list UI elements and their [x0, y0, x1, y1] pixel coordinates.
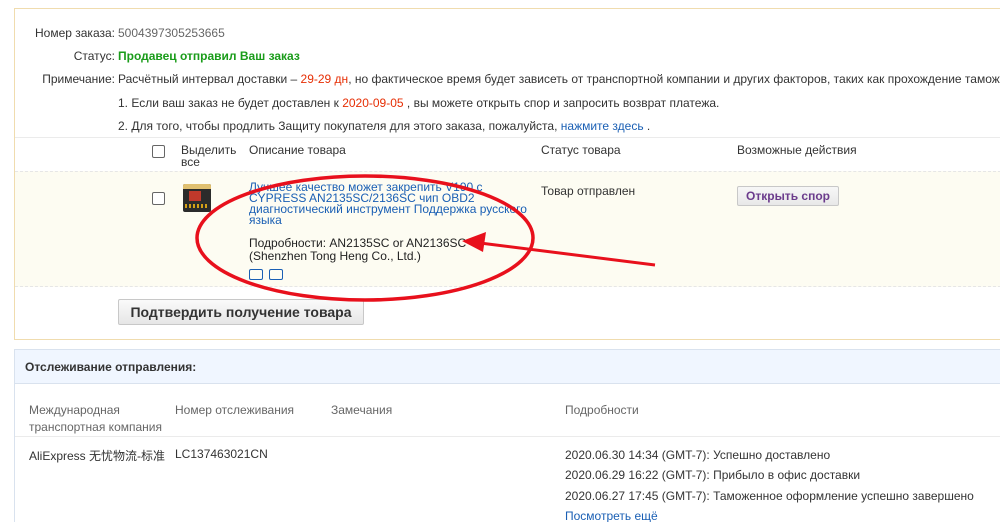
items-table: Выделить все Описание товара Статус това… — [15, 137, 1000, 293]
order-panel: Номер заказа: 5004397305253665 Статус: П… — [14, 8, 1000, 340]
tracking-number: LC137463021CN — [175, 447, 268, 461]
tracking-event: 2020.06.29 16:22 (GMT-7): Прибыло в офис… — [565, 468, 861, 482]
status-header: Статус товара — [541, 143, 621, 157]
items-table-header: Выделить все Описание товара Статус това… — [15, 137, 1000, 171]
line1-suffix: , вы можете открыть спор и запросить воз… — [403, 96, 720, 110]
product-mini-icons — [249, 269, 289, 283]
product-seller: (Shenzhen Tong Heng Co., Ltd.) — [249, 249, 421, 263]
product-title-link[interactable]: Лучшее качество может закрепить V190 с C… — [249, 181, 539, 226]
order-status-label: Статус: — [73, 49, 115, 63]
extend-protection-link[interactable]: нажмите здесь — [561, 119, 644, 133]
dispute-deadline-text: 1. Если ваш заказ не будет доставлен к 2… — [118, 95, 719, 111]
order-number-value: 5004397305253665 — [118, 26, 225, 40]
shipping-icon[interactable] — [249, 269, 263, 280]
line1-date: 2020-09-05 — [342, 96, 404, 110]
carrier-column-header: Международная транспортная компания — [29, 403, 162, 434]
product-details: Подробности: AN2135SC or AN2136SC (Shenz… — [249, 237, 539, 263]
order-status-value: Продавец отправил Ваш заказ — [118, 49, 300, 63]
snapshot-icon[interactable] — [269, 269, 283, 280]
item-row: Лучшее качество может закрепить V190 с C… — [15, 171, 1000, 287]
item-status: Товар отправлен — [541, 184, 636, 198]
show-more-link[interactable]: Посмотреть ещё — [565, 509, 658, 522]
tracking-number-column-header: Номер отслеживания — [175, 403, 295, 417]
order-note-label: Примечание: — [42, 72, 115, 86]
tracking-divider — [15, 436, 1000, 437]
details-column-header: Подробности — [565, 403, 639, 417]
tracking-panel: Отслеживание отправления: Международная … — [14, 349, 1000, 522]
note-days: 29-29 дн — [300, 72, 349, 86]
actions-header: Возможные действия — [737, 143, 857, 157]
remarks-column-header: Замечания — [331, 403, 393, 417]
protection-text: 2. Для того, чтобы продлить Защиту покуп… — [118, 118, 650, 134]
note-prefix: Расчётный интервал доставки – — [118, 72, 301, 86]
description-header: Описание товара — [249, 143, 346, 157]
tracking-header: Отслеживание отправления: — [15, 350, 1000, 384]
line2-suffix: . — [643, 119, 651, 133]
tracking-event: 2020.06.30 14:34 (GMT-7): Успешно достав… — [565, 448, 831, 462]
select-all-header: Выделить все — [181, 143, 237, 169]
tracking-event: 2020.06.27 17:45 (GMT-7): Таможенное офо… — [565, 489, 974, 503]
carrier-name: AliExpress 无忧物流-标准 — [29, 449, 166, 463]
order-note-text: Расчётный интервал доставки – 29-29 дн, … — [118, 71, 1000, 87]
line1-prefix: 1. Если ваш заказ не будет доставлен к — [118, 96, 343, 110]
select-all-checkbox[interactable] — [152, 145, 165, 158]
line2-prefix: 2. Для того, чтобы продлить Защиту покуп… — [118, 119, 561, 133]
open-dispute-button[interactable]: Открыть спор — [737, 186, 839, 206]
product-thumbnail[interactable] — [183, 184, 211, 212]
confirm-receipt-button[interactable]: Подтвердить получение товара — [118, 299, 364, 325]
note-suffix: , но фактическое время будет зависеть от… — [348, 72, 1000, 86]
order-number-label: Номер заказа: — [34, 26, 115, 40]
item-checkbox[interactable] — [152, 192, 165, 205]
